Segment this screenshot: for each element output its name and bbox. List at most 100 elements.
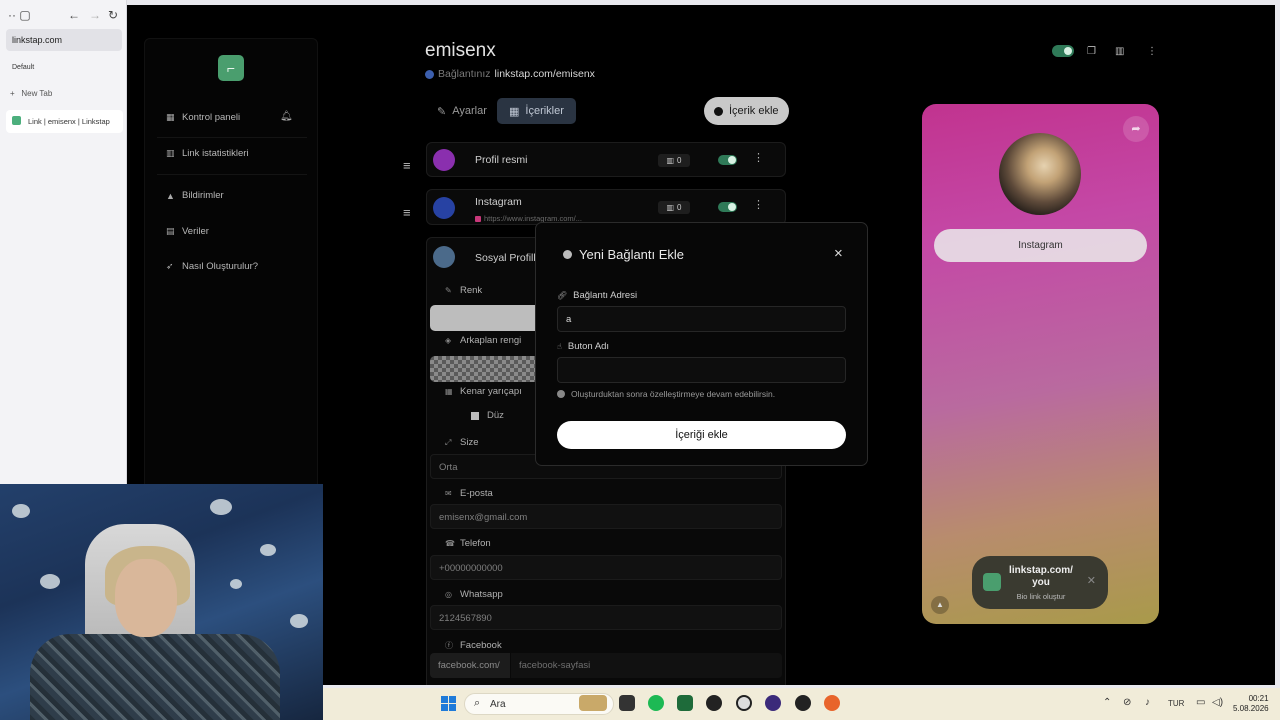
logo-icon xyxy=(983,573,1001,591)
url-input[interactable]: a xyxy=(557,306,846,332)
chatgpt-icon[interactable] xyxy=(736,695,752,711)
chevron-up-icon[interactable]: ⌃ xyxy=(1103,697,1111,708)
forward-icon[interactable]: → xyxy=(89,8,101,22)
copy-icon[interactable]: ❐ xyxy=(1087,46,1096,57)
more-vertical-icon[interactable]: ⋮ xyxy=(753,151,764,164)
back-icon[interactable]: ← xyxy=(68,8,80,22)
more-vertical-icon[interactable]: ⋮ xyxy=(753,198,764,211)
card-title: Profil resmi xyxy=(475,154,528,166)
preview-link-button[interactable]: Instagram xyxy=(934,229,1147,262)
sidebar-item-link-stats[interactable]: ▥ Link istatistikleri xyxy=(166,148,249,159)
button-name-input[interactable] xyxy=(557,357,846,383)
drag-handle-icon[interactable]: ≡ xyxy=(403,205,411,220)
sidebar-item-dashboard[interactable]: ▦ Kontrol paneli xyxy=(166,112,240,123)
logo-icon[interactable]: ⌐ xyxy=(218,55,244,81)
radius-label: ▦ Kenar yarıçapı xyxy=(445,386,522,397)
person-face xyxy=(115,559,177,637)
globe-icon xyxy=(425,69,434,79)
app-icon[interactable] xyxy=(677,695,693,711)
blossom-decoration xyxy=(40,574,60,589)
modal-title: Yeni Bağlantı Ekle xyxy=(563,247,684,262)
favicon-icon xyxy=(12,116,21,125)
volume-icon[interactable]: ◁) xyxy=(1212,697,1223,708)
add-content-button[interactable]: İçerik ekle xyxy=(704,97,789,125)
whatsapp-label: ◎ Whatsapp xyxy=(445,589,503,600)
connection-url[interactable]: linkstap.com/emisenx xyxy=(495,68,595,80)
address-bar[interactable]: linkstap.com xyxy=(6,29,122,51)
tab-settings[interactable]: ✎ Ayarlar xyxy=(427,98,497,124)
spotify-icon[interactable] xyxy=(648,695,664,711)
browser-sidebar: ·· ▢ ← → ↻ linkstap.com Default + New Ta… xyxy=(0,0,127,484)
language-indicator[interactable]: TUR xyxy=(1168,699,1184,708)
search-highlight-icon[interactable] xyxy=(579,695,607,711)
webcam-overlay xyxy=(0,484,323,720)
mail-icon: ✉ xyxy=(445,489,452,498)
card-visibility-toggle[interactable] xyxy=(718,202,737,212)
connection-row: Bağlantınız linkstap.com/emisenx xyxy=(425,68,595,80)
monitor-icon[interactable]: ▭ xyxy=(1196,697,1205,708)
bell-icon[interactable]: 🔔︎ xyxy=(280,111,293,122)
reload-icon[interactable]: ↻ xyxy=(108,8,118,22)
card-visibility-toggle[interactable] xyxy=(718,155,737,165)
sidebar-item-how-to[interactable]: ➶ Nasıl Oluşturulur? xyxy=(166,261,258,272)
app-icon-purple[interactable] xyxy=(765,695,781,711)
microphone-icon[interactable]: ♪ xyxy=(1145,697,1150,708)
sidebar-item-label: Link istatistikleri xyxy=(182,148,249,159)
sidebar-item-label: Veriler xyxy=(182,226,209,237)
stats-icon[interactable]: ▥ xyxy=(1115,46,1124,57)
bell-icon: ▲ xyxy=(166,190,175,201)
file-explorer-icon[interactable] xyxy=(619,695,635,711)
border-icon: ▦ xyxy=(445,387,453,396)
email-field[interactable]: emisenx@gmail.com xyxy=(430,504,782,529)
app-icon-dark[interactable] xyxy=(795,695,811,711)
back-circle-icon[interactable] xyxy=(563,250,572,259)
facebook-label: ⓕ Facebook xyxy=(445,640,502,651)
tab-contents[interactable]: ▦ İçerikler xyxy=(497,98,576,124)
drag-handle-icon[interactable]: ≡ xyxy=(403,158,411,173)
promo-banner[interactable]: linkstap.com/ you Bio link oluştur ✕ xyxy=(972,556,1108,609)
close-icon[interactable]: ✕ xyxy=(1087,574,1096,587)
more-vertical-icon[interactable]: ⋮ xyxy=(1147,46,1157,57)
whatsapp-field[interactable]: 2124567890 xyxy=(430,605,782,630)
browser-tab-active[interactable]: Link | emisenx | Linkstap xyxy=(6,110,123,133)
close-icon[interactable]: × xyxy=(834,245,843,262)
database-icon: ▤ xyxy=(166,226,175,236)
share-icon[interactable]: ➦ xyxy=(1123,116,1149,142)
promo-subtitle: Bio link oluştur xyxy=(1016,592,1066,601)
sidebar-item-data[interactable]: ▤ Veriler xyxy=(166,226,209,237)
card-title: Sosyal Profill xyxy=(475,252,536,264)
blossom-decoration xyxy=(210,499,232,515)
warning-icon[interactable]: ▲ xyxy=(931,596,949,614)
sidebar-item-notifications[interactable]: ▲ Bildirimler xyxy=(166,190,224,201)
content-card-profile-photo[interactable]: Profil resmi ▥ 0 ⋮ xyxy=(426,142,786,177)
radius-option-flat[interactable]: Düz xyxy=(471,410,504,421)
link-icon: 🔗︎ xyxy=(557,291,568,300)
blossom-decoration xyxy=(12,504,30,518)
profile-label[interactable]: Default xyxy=(12,64,34,71)
click-count-badge: ▥ 0 xyxy=(658,154,690,167)
facebook-field[interactable]: facebook-sayfasi xyxy=(511,653,782,678)
clock[interactable]: 00:21 5.08.2026 xyxy=(1233,694,1269,714)
add-content-label: İçerik ekle xyxy=(729,105,779,117)
firefox-icon[interactable] xyxy=(824,695,840,711)
obs-icon[interactable] xyxy=(706,695,722,711)
link-icon xyxy=(433,197,455,219)
page-title: emisenx xyxy=(425,40,496,61)
grid-icon: ▦ xyxy=(509,105,520,118)
phone-field[interactable]: +00000000000 xyxy=(430,555,782,580)
wrench-icon: ✎ xyxy=(437,105,447,118)
connection-label: Bağlantınız xyxy=(438,68,491,80)
sidebar-toggle-icon[interactable]: ·· ▢ xyxy=(8,8,31,22)
content-card-instagram[interactable]: Instagram https://www.instagram.com/... … xyxy=(426,189,786,225)
profile-visibility-toggle[interactable] xyxy=(1052,45,1074,57)
pointer-icon: ☝︎ xyxy=(557,342,562,351)
new-tab-button[interactable]: + New Tab xyxy=(10,89,52,98)
user-icon xyxy=(433,149,455,171)
blossom-decoration xyxy=(260,544,276,556)
windows-start-icon[interactable] xyxy=(441,696,457,712)
chart-icon: ▥ xyxy=(666,203,675,212)
network-icon[interactable]: ⊘ xyxy=(1123,697,1131,708)
plus-icon: + xyxy=(10,89,15,98)
click-count: 0 xyxy=(677,156,682,165)
submit-content-button[interactable]: İçeriği ekle xyxy=(557,421,846,449)
